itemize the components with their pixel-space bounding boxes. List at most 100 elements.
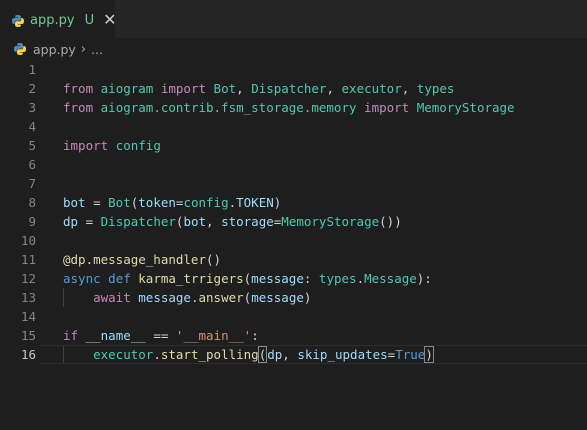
code-token: (): [206, 252, 222, 267]
text-cursor: [266, 347, 268, 364]
code-line[interactable]: 7: [0, 174, 587, 193]
code-token: ,: [326, 81, 342, 96]
code-token: Bot: [213, 81, 237, 96]
code-token: ):: [416, 271, 432, 286]
code-token: ,: [401, 81, 417, 96]
code-token: (: [257, 346, 268, 363]
code-token: '__main__': [175, 328, 252, 343]
code-line[interactable]: 9 dp = Dispatcher(bot, storage=MemoryStor…: [0, 212, 587, 231]
code-token: ,: [282, 347, 298, 362]
line-number: 4: [28, 119, 36, 134]
code-line[interactable]: 11 @dp.message_handler(): [0, 250, 587, 269]
code-token: ,: [206, 214, 222, 229]
chevron-right-icon: ›: [80, 41, 87, 57]
code-token: message: [251, 290, 304, 305]
code-token: if: [63, 328, 79, 343]
line-number: 2: [28, 81, 36, 96]
line-number: 7: [28, 176, 36, 191]
code-line[interactable]: 16 executor.start_polling(dp, skip_updat…: [0, 345, 587, 364]
code-line[interactable]: 14: [0, 307, 587, 326]
indent-guide: [63, 345, 64, 364]
code-token: .: [356, 271, 365, 286]
code-text: @dp.message_handler(): [63, 250, 221, 269]
code-token: types: [318, 271, 357, 286]
code-token: skip_updates: [297, 347, 388, 362]
code-text: from aiogram import Bot, Dispatcher, exe…: [63, 79, 454, 98]
code-line[interactable]: 12 async def karma_trrigers(message: type…: [0, 269, 587, 288]
code-token: karma_trrigers: [138, 271, 244, 286]
code-text: from aiogram.contrib.fsm_storage.memory …: [63, 98, 515, 117]
code-line[interactable]: 1: [0, 60, 587, 79]
code-token: .: [190, 290, 199, 305]
code-token: Message: [364, 271, 417, 286]
code-token: bot: [183, 214, 207, 229]
code-text: bot = Bot(token=config.TOKEN): [63, 193, 281, 212]
breadcrumb-file[interactable]: app.py: [33, 42, 76, 57]
code-editor[interactable]: 1 2 from aiogram import Bot, Dispatcher, e…: [0, 60, 587, 364]
code-token: async: [63, 271, 101, 286]
code-line[interactable]: 6: [0, 155, 587, 174]
code-token: Dispatcher: [100, 214, 176, 229]
code-token: import: [160, 81, 207, 96]
code-token: dp: [267, 347, 283, 362]
code-text: import config: [63, 136, 161, 155]
code-line[interactable]: 13 await message.answer(message): [0, 288, 587, 307]
breadcrumb-symbols[interactable]: ...: [91, 42, 103, 57]
code-token: ): [273, 195, 282, 210]
code-token: executor: [341, 81, 402, 96]
code-token: aiogram.contrib.fsm_storage.memory: [100, 100, 357, 115]
code-text: dp = Dispatcher(bot, storage=MemoryStora…: [63, 212, 402, 231]
code-token: config: [115, 138, 161, 153]
line-number: 13: [20, 290, 36, 305]
code-line[interactable]: 2 from aiogram import Bot, Dispatcher, ex…: [0, 79, 587, 98]
line-number: 12: [20, 271, 36, 286]
code-token: ()): [379, 214, 402, 229]
code-token: import: [364, 100, 410, 115]
code-token: Dispatcher: [251, 81, 327, 96]
code-line[interactable]: 15 if __name__ == '__main__':: [0, 326, 587, 345]
code-token: ,: [236, 81, 252, 96]
code-token: answer: [198, 290, 244, 305]
code-token: =: [387, 347, 396, 362]
code-line[interactable]: 4: [0, 117, 587, 136]
code-token: :: [251, 328, 259, 343]
code-line[interactable]: 10: [0, 231, 587, 250]
line-number: 3: [28, 100, 36, 115]
python-file-icon: [13, 42, 27, 56]
code-line[interactable]: 8 bot = Bot(token=config.TOKEN): [0, 193, 587, 212]
code-text: async def karma_trrigers(message: types.…: [63, 269, 432, 288]
line-number: 14: [20, 309, 36, 324]
code-token: await: [93, 290, 131, 305]
line-number: 11: [20, 252, 36, 267]
code-token: dp: [63, 214, 79, 229]
git-status-badge: U: [84, 12, 95, 28]
tab-bar: app.py U ✕: [0, 0, 587, 39]
code-token: from: [63, 100, 94, 115]
code-token: .: [153, 347, 161, 362]
code-token: .: [228, 195, 237, 210]
code-text: if __name__ == '__main__':: [63, 326, 259, 345]
code-text: executor.start_polling(dp, skip_updates=…: [63, 345, 434, 364]
code-token: __name__: [85, 328, 146, 343]
code-token: import: [63, 138, 109, 153]
code-token: message: [138, 290, 191, 305]
code-token: ): [303, 290, 312, 305]
code-token: bot: [63, 195, 86, 210]
code-token: True: [395, 347, 426, 362]
code-token: ): [424, 346, 434, 363]
code-token: Bot: [108, 195, 131, 210]
code-token: from: [63, 81, 94, 96]
code-token: :: [303, 271, 319, 286]
code-line[interactable]: 5 import config: [0, 136, 587, 155]
tab-app-py[interactable]: app.py U ✕: [0, 0, 116, 39]
code-token: =: [85, 195, 109, 210]
close-icon[interactable]: ✕: [103, 12, 116, 28]
code-line[interactable]: 3 from aiogram.contrib.fsm_storage.memory…: [0, 98, 587, 117]
tab-filename: app.py: [30, 12, 75, 28]
